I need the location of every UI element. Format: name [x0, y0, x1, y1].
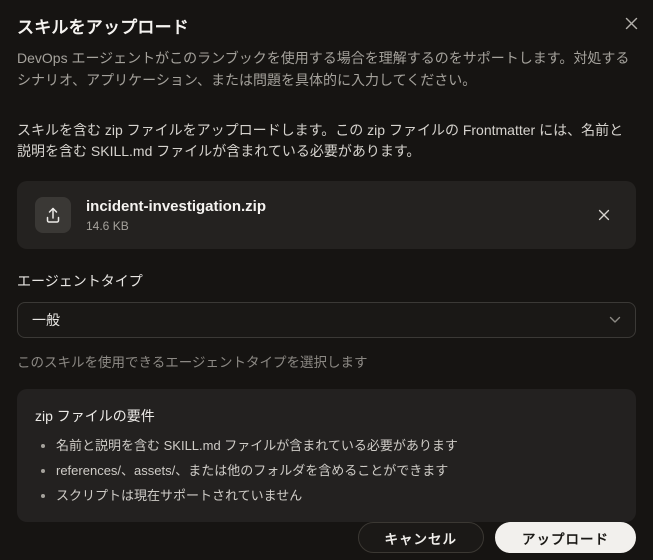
agent-type-label: エージェントタイプ — [17, 273, 143, 289]
dialog-description: DevOps エージェントがこのランブックを使用する場合を理解するのをサポートし… — [17, 50, 630, 88]
uploaded-file-card: incident-investigation.zip 14.6 KB — [17, 181, 636, 249]
agent-type-selected-value: 一般 — [32, 312, 60, 328]
dialog-header: スキルをアップロード DevOps エージェントがこのランブックを使用する場合を… — [0, 0, 653, 105]
bullet-dot — [41, 444, 45, 448]
requirements-list: 名前と説明を含む SKILL.md ファイルが含まれている必要があります ref… — [35, 438, 618, 504]
close-dialog-button[interactable] — [620, 12, 642, 34]
close-icon — [625, 17, 638, 30]
requirement-text: スクリプトは現在サポートされていません — [56, 488, 303, 503]
agent-type-select[interactable]: 一般 — [17, 302, 636, 338]
requirement-item: references/、assets/、または他のフォルダを含めることができます — [35, 463, 618, 479]
requirement-text: references/、assets/、または他のフォルダを含めることができます — [56, 463, 449, 478]
chevron-down-icon — [609, 316, 621, 324]
file-size: 14.6 KB — [86, 218, 129, 233]
upload-skill-dialog: スキルをアップロード DevOps エージェントがこのランブックを使用する場合を… — [0, 0, 653, 560]
upload-icon-box — [35, 197, 71, 233]
dialog-footer: キャンセル アップロード — [0, 522, 653, 560]
file-name: incident-investigation.zip — [86, 197, 267, 215]
upload-instructions: スキルを含む zip ファイルをアップロードします。この zip ファイルの F… — [17, 122, 624, 159]
dialog-body: スキルを含む zip ファイルをアップロードします。この zip ファイルの F… — [0, 105, 653, 522]
remove-file-icon — [598, 209, 610, 221]
agent-type-helper-text: このスキルを使用できるエージェントタイプを選択します — [17, 355, 368, 370]
requirement-item: スクリプトは現在サポートされていません — [35, 488, 618, 504]
bullet-dot — [41, 469, 45, 473]
upload-button[interactable]: アップロード — [495, 522, 636, 553]
requirements-title: zip ファイルの要件 — [35, 408, 155, 424]
cancel-button[interactable]: キャンセル — [357, 522, 484, 553]
bullet-dot — [41, 494, 45, 498]
file-meta: incident-investigation.zip 14.6 KB — [86, 197, 592, 234]
zip-requirements-box: zip ファイルの要件 名前と説明を含む SKILL.md ファイルが含まれてい… — [17, 389, 636, 522]
dialog-title: スキルをアップロード — [17, 18, 189, 37]
requirement-item: 名前と説明を含む SKILL.md ファイルが含まれている必要があります — [35, 438, 618, 454]
requirement-text: 名前と説明を含む SKILL.md ファイルが含まれている必要があります — [56, 438, 458, 453]
remove-file-button[interactable] — [592, 203, 616, 227]
upload-icon — [44, 206, 62, 224]
